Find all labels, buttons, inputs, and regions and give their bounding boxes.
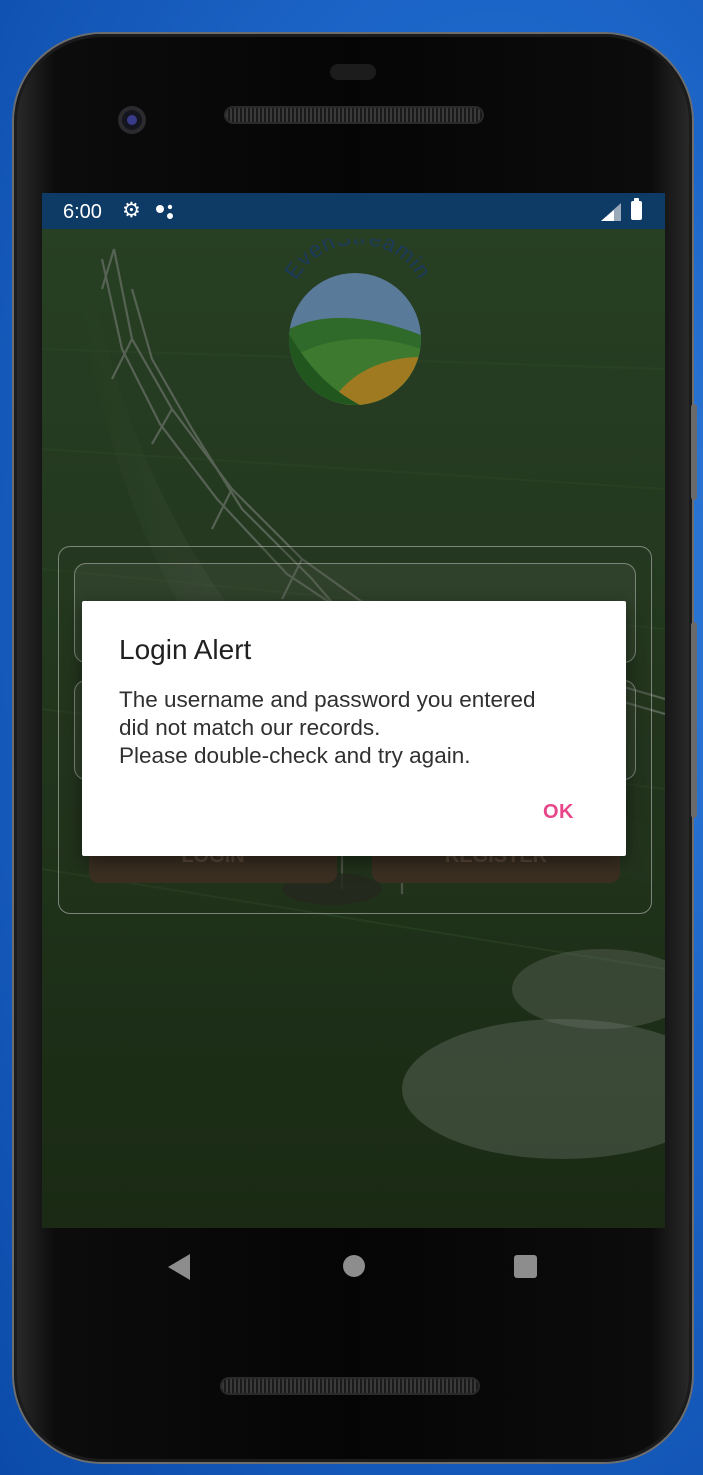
home-icon[interactable] [343, 1255, 365, 1277]
volume-button [691, 622, 697, 818]
signal-icon [601, 203, 621, 221]
top-speaker [226, 108, 482, 122]
battery-icon [631, 198, 642, 220]
dialog-message: The username and password you entered di… [119, 687, 536, 768]
assistant-dots-icon [156, 204, 173, 219]
status-time: 6:00 [63, 201, 102, 223]
power-button [691, 404, 697, 500]
back-icon[interactable] [168, 1254, 190, 1280]
bottom-speaker [222, 1379, 478, 1393]
dialog-title: Login Alert [119, 634, 252, 665]
login-alert-dialog: Login Alert The username and password yo… [82, 601, 626, 856]
status-bar: 6:00 ⚙ [42, 193, 665, 229]
app-logo: EvenStreamin [280, 239, 435, 405]
recents-icon[interactable] [514, 1255, 537, 1278]
ok-button[interactable]: OK [543, 801, 574, 824]
sensor-slot [330, 64, 376, 80]
gear-icon: ⚙ [122, 199, 141, 222]
front-camera-icon [118, 106, 146, 134]
